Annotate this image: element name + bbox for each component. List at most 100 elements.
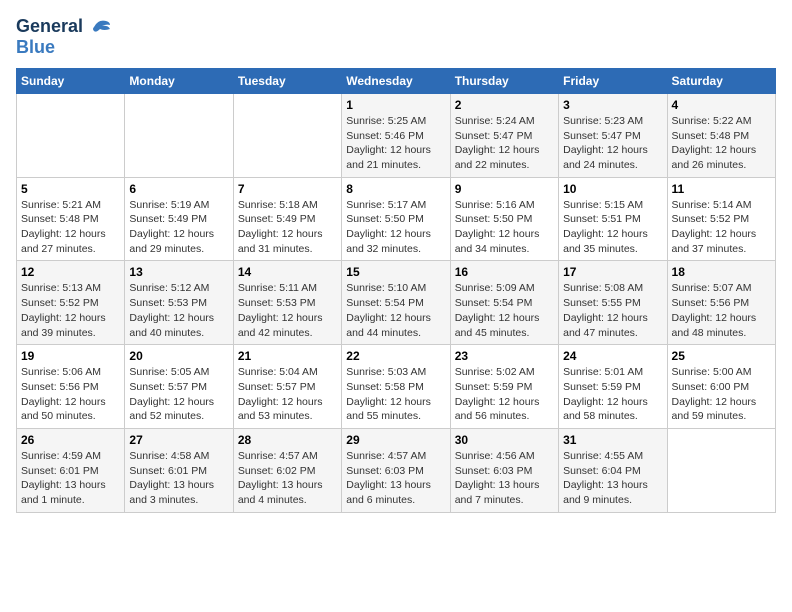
week-row-2: 5Sunrise: 5:21 AMSunset: 5:48 PMDaylight… <box>17 177 776 261</box>
week-row-1: 1Sunrise: 5:25 AMSunset: 5:46 PMDaylight… <box>17 93 776 177</box>
day-cell: 2Sunrise: 5:24 AMSunset: 5:47 PMDaylight… <box>450 93 558 177</box>
calendar-header-row: SundayMondayTuesdayWednesdayThursdayFrid… <box>17 68 776 93</box>
day-cell: 14 Sunrise: 5:11 AMSunset: 5:53 PMDayligh… <box>233 261 341 345</box>
weekday-header-saturday: Saturday <box>667 68 775 93</box>
day-cell: 16 Sunrise: 5:09 AMSunset: 5:54 PMDayligh… <box>450 261 558 345</box>
weekday-header-friday: Friday <box>559 68 667 93</box>
day-cell: 10Sunrise: 5:15 AMSunset: 5:51 PMDayligh… <box>559 177 667 261</box>
day-info: Sunrise: 5:18 AMSunset: 5:49 PMDaylight:… <box>238 198 337 257</box>
day-number: 19 <box>21 349 120 363</box>
day-info: Sunrise: 5:25 AMSunset: 5:46 PMDaylight:… <box>346 114 445 173</box>
day-number: 9 <box>455 182 554 196</box>
day-cell: 26 Sunrise: 4:59 AMSunset: 6:01 PMDayligh… <box>17 428 125 512</box>
day-number: 25 <box>672 349 771 363</box>
weekday-header-sunday: Sunday <box>17 68 125 93</box>
logo-bird-icon <box>90 17 112 37</box>
day-cell <box>17 93 125 177</box>
day-info: Sunrise: 5:12 AMSunset: 5:53 PMDaylight:… <box>129 281 228 340</box>
day-info: Sunrise: 4:57 AMSunset: 6:02 PMDaylight:… <box>238 449 337 508</box>
day-number: 10 <box>563 182 662 196</box>
day-info: Sunrise: 5:11 AMSunset: 5:53 PMDaylight:… <box>238 281 337 340</box>
day-number: 13 <box>129 265 228 279</box>
day-info: Sunrise: 5:23 AMSunset: 5:47 PMDaylight:… <box>563 114 662 173</box>
calendar-body: 1Sunrise: 5:25 AMSunset: 5:46 PMDaylight… <box>17 93 776 512</box>
day-cell: 23 Sunrise: 5:02 AMSunset: 5:59 PMDayligh… <box>450 345 558 429</box>
day-info: Sunrise: 4:55 AMSunset: 6:04 PMDaylight:… <box>563 449 662 508</box>
day-cell: 8Sunrise: 5:17 AMSunset: 5:50 PMDaylight… <box>342 177 450 261</box>
day-info: Sunrise: 4:57 AMSunset: 6:03 PMDaylight:… <box>346 449 445 508</box>
day-cell: 30 Sunrise: 4:56 AMSunset: 6:03 PMDayligh… <box>450 428 558 512</box>
day-cell: 12 Sunrise: 5:13 AMSunset: 5:52 PMDayligh… <box>17 261 125 345</box>
day-cell <box>125 93 233 177</box>
day-number: 6 <box>129 182 228 196</box>
day-info: Sunrise: 5:16 AMSunset: 5:50 PMDaylight:… <box>455 198 554 257</box>
day-info: Sunrise: 5:07 AMSunset: 5:56 PMDaylight:… <box>672 281 771 340</box>
week-row-5: 26 Sunrise: 4:59 AMSunset: 6:01 PMDayligh… <box>17 428 776 512</box>
day-cell: 4 Sunrise: 5:22 AMSunset: 5:48 PMDaylight… <box>667 93 775 177</box>
day-info: Sunrise: 5:08 AMSunset: 5:55 PMDaylight:… <box>563 281 662 340</box>
weekday-header-thursday: Thursday <box>450 68 558 93</box>
day-cell: 31 Sunrise: 4:55 AMSunset: 6:04 PMDayligh… <box>559 428 667 512</box>
day-info: Sunrise: 5:02 AMSunset: 5:59 PMDaylight:… <box>455 365 554 424</box>
day-cell: 7 Sunrise: 5:18 AMSunset: 5:49 PMDaylight… <box>233 177 341 261</box>
day-info: Sunrise: 4:59 AMSunset: 6:01 PMDaylight:… <box>21 449 120 508</box>
logo: General Blue <box>16 16 112 58</box>
day-cell: 3 Sunrise: 5:23 AMSunset: 5:47 PMDaylight… <box>559 93 667 177</box>
day-cell: 13 Sunrise: 5:12 AMSunset: 5:53 PMDayligh… <box>125 261 233 345</box>
day-cell: 28Sunrise: 4:57 AMSunset: 6:02 PMDayligh… <box>233 428 341 512</box>
day-number: 23 <box>455 349 554 363</box>
day-number: 15 <box>346 265 445 279</box>
day-cell: 27 Sunrise: 4:58 AMSunset: 6:01 PMDayligh… <box>125 428 233 512</box>
day-number: 29 <box>346 433 445 447</box>
day-number: 14 <box>238 265 337 279</box>
day-number: 7 <box>238 182 337 196</box>
day-info: Sunrise: 5:24 AMSunset: 5:47 PMDaylight:… <box>455 114 554 173</box>
day-number: 20 <box>129 349 228 363</box>
day-cell: 17Sunrise: 5:08 AMSunset: 5:55 PMDayligh… <box>559 261 667 345</box>
day-cell: 5Sunrise: 5:21 AMSunset: 5:48 PMDaylight… <box>17 177 125 261</box>
day-number: 30 <box>455 433 554 447</box>
day-cell: 22 Sunrise: 5:03 AMSunset: 5:58 PMDayligh… <box>342 345 450 429</box>
day-cell: 11 Sunrise: 5:14 AMSunset: 5:52 PMDayligh… <box>667 177 775 261</box>
day-info: Sunrise: 5:13 AMSunset: 5:52 PMDaylight:… <box>21 281 120 340</box>
day-number: 16 <box>455 265 554 279</box>
day-cell: 9 Sunrise: 5:16 AMSunset: 5:50 PMDaylight… <box>450 177 558 261</box>
logo-blue: Blue <box>16 37 112 58</box>
day-number: 11 <box>672 182 771 196</box>
day-info: Sunrise: 5:22 AMSunset: 5:48 PMDaylight:… <box>672 114 771 173</box>
day-cell: 24Sunrise: 5:01 AMSunset: 5:59 PMDayligh… <box>559 345 667 429</box>
day-info: Sunrise: 5:03 AMSunset: 5:58 PMDaylight:… <box>346 365 445 424</box>
page-header: General Blue <box>16 16 776 58</box>
day-info: Sunrise: 4:56 AMSunset: 6:03 PMDaylight:… <box>455 449 554 508</box>
weekday-header-tuesday: Tuesday <box>233 68 341 93</box>
day-info: Sunrise: 4:58 AMSunset: 6:01 PMDaylight:… <box>129 449 228 508</box>
day-info: Sunrise: 5:17 AMSunset: 5:50 PMDaylight:… <box>346 198 445 257</box>
day-number: 4 <box>672 98 771 112</box>
day-info: Sunrise: 5:05 AMSunset: 5:57 PMDaylight:… <box>129 365 228 424</box>
logo-general: General <box>16 16 83 36</box>
day-info: Sunrise: 5:00 AMSunset: 6:00 PMDaylight:… <box>672 365 771 424</box>
day-number: 22 <box>346 349 445 363</box>
day-cell: 21Sunrise: 5:04 AMSunset: 5:57 PMDayligh… <box>233 345 341 429</box>
day-cell: 18 Sunrise: 5:07 AMSunset: 5:56 PMDayligh… <box>667 261 775 345</box>
day-number: 12 <box>21 265 120 279</box>
week-row-4: 19Sunrise: 5:06 AMSunset: 5:56 PMDayligh… <box>17 345 776 429</box>
day-cell: 25 Sunrise: 5:00 AMSunset: 6:00 PMDayligh… <box>667 345 775 429</box>
day-number: 31 <box>563 433 662 447</box>
day-number: 18 <box>672 265 771 279</box>
day-number: 26 <box>21 433 120 447</box>
week-row-3: 12 Sunrise: 5:13 AMSunset: 5:52 PMDayligh… <box>17 261 776 345</box>
day-info: Sunrise: 5:09 AMSunset: 5:54 PMDaylight:… <box>455 281 554 340</box>
day-cell <box>667 428 775 512</box>
day-number: 27 <box>129 433 228 447</box>
day-number: 3 <box>563 98 662 112</box>
day-info: Sunrise: 5:10 AMSunset: 5:54 PMDaylight:… <box>346 281 445 340</box>
day-cell: 29 Sunrise: 4:57 AMSunset: 6:03 PMDayligh… <box>342 428 450 512</box>
weekday-header-monday: Monday <box>125 68 233 93</box>
day-cell: 20 Sunrise: 5:05 AMSunset: 5:57 PMDayligh… <box>125 345 233 429</box>
day-cell <box>233 93 341 177</box>
day-info: Sunrise: 5:14 AMSunset: 5:52 PMDaylight:… <box>672 198 771 257</box>
day-number: 24 <box>563 349 662 363</box>
day-number: 21 <box>238 349 337 363</box>
day-info: Sunrise: 5:19 AMSunset: 5:49 PMDaylight:… <box>129 198 228 257</box>
